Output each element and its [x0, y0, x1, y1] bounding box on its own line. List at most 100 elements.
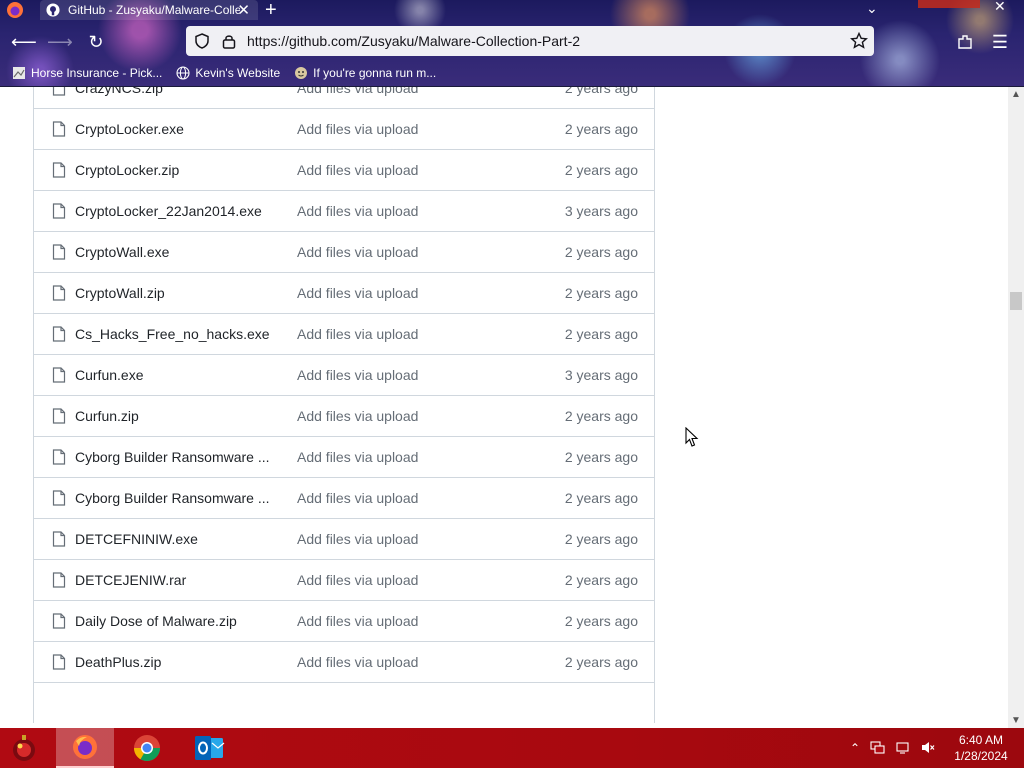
file-name-link[interactable]: Curfun.exe — [75, 367, 143, 383]
file-row[interactable]: Daily Dose of Malware.zip Add files via … — [34, 600, 654, 641]
globe-icon — [176, 66, 190, 80]
file-icon — [52, 613, 66, 629]
bookmark-star-icon[interactable] — [850, 32, 868, 50]
commit-age: 2 years ago — [564, 326, 638, 342]
system-tray: ⌃ — [850, 740, 935, 755]
commit-message-link[interactable]: Add files via upload — [297, 449, 418, 465]
network-icon[interactable] — [870, 740, 885, 755]
file-icon — [52, 203, 66, 219]
file-icon — [52, 490, 66, 506]
file-row[interactable] — [34, 682, 654, 723]
file-icon — [52, 449, 66, 465]
commit-message-link[interactable]: Add files via upload — [297, 531, 418, 547]
file-row[interactable]: CryptoLocker.zip Add files via upload 2 … — [34, 149, 654, 190]
page-icon — [13, 67, 25, 79]
scroll-down-icon[interactable]: ▼ — [1011, 715, 1021, 726]
taskbar-firefox[interactable] — [56, 728, 114, 768]
menu-icon[interactable]: ☰ — [988, 31, 1012, 55]
forward-button[interactable]: ⟶ — [47, 31, 73, 55]
file-name-link[interactable]: Daily Dose of Malware.zip — [75, 613, 237, 629]
tab-github[interactable]: GitHub - Zusyaku/Malware-Collection-Part… — [40, 0, 258, 20]
commit-age: 2 years ago — [564, 613, 638, 629]
bookmark-label: If you're gonna run m... — [313, 66, 437, 80]
file-row[interactable]: Curfun.zip Add files via upload 2 years … — [34, 395, 654, 436]
emoji-icon — [295, 67, 308, 79]
volume-muted-icon[interactable] — [920, 740, 935, 755]
file-name-link[interactable]: CryptoLocker_22Jan2014.exe — [75, 203, 262, 219]
bookmark-item-kevins-website[interactable]: Kevin's Website — [176, 66, 280, 80]
file-icon — [52, 572, 66, 588]
url-text[interactable]: https://github.com/Zusyaku/Malware-Colle… — [247, 33, 580, 49]
back-button[interactable]: ⟵ — [11, 31, 37, 55]
bookmark-item-horse-insurance[interactable]: Horse Insurance - Pick... — [12, 66, 162, 80]
file-row[interactable]: DeathPlus.zip Add files via upload 2 yea… — [34, 641, 654, 682]
firefox-icon — [73, 735, 97, 759]
file-row[interactable]: CrazyNCS.zip Add files via upload 2 year… — [34, 87, 654, 108]
shield-icon[interactable] — [194, 33, 210, 49]
chevron-down-icon[interactable]: ⌄ — [866, 0, 878, 17]
file-row[interactable]: CryptoLocker.exe Add files via upload 2 … — [34, 108, 654, 149]
taskbar-clock[interactable]: 6:40 AM 1/28/2024 — [950, 732, 1012, 764]
file-list: CrazyNCS.zip Add files via upload 2 year… — [33, 87, 655, 723]
scroll-up-icon[interactable]: ▲ — [1011, 89, 1021, 100]
url-bar[interactable]: https://github.com/Zusyaku/Malware-Colle… — [186, 26, 874, 56]
lock-icon[interactable] — [222, 33, 236, 49]
file-name-link[interactable]: Curfun.zip — [75, 408, 139, 424]
file-name-link[interactable]: CryptoLocker.zip — [75, 162, 179, 178]
commit-age: 2 years ago — [564, 449, 638, 465]
scrollbar-thumb[interactable] — [1010, 292, 1022, 310]
taskbar-outlook[interactable] — [180, 728, 238, 768]
commit-message-link[interactable]: Add files via upload — [297, 244, 418, 260]
commit-message-link[interactable]: Add files via upload — [297, 367, 418, 383]
device-icon[interactable] — [895, 740, 910, 755]
file-name-link[interactable]: DETCEJENIW.rar — [75, 572, 186, 588]
commit-message-link[interactable]: Add files via upload — [297, 285, 418, 301]
window-control-strip[interactable] — [918, 0, 980, 8]
commit-message-link[interactable]: Add files via upload — [297, 203, 418, 219]
commit-message-link[interactable]: Add files via upload — [297, 654, 418, 670]
window-close-icon[interactable]: ✕ — [994, 0, 1006, 15]
file-name-link[interactable]: CryptoWall.exe — [75, 244, 169, 260]
commit-message-link[interactable]: Add files via upload — [297, 572, 418, 588]
close-tab-icon[interactable]: ✕ — [237, 1, 250, 19]
file-row[interactable]: Cs_Hacks_Free_no_hacks.exe Add files via… — [34, 313, 654, 354]
file-icon — [52, 244, 66, 260]
file-name-link[interactable]: DETCEFNINIW.exe — [75, 531, 198, 547]
file-name-link[interactable]: CryptoWall.zip — [75, 285, 165, 301]
file-name-link[interactable]: Cs_Hacks_Free_no_hacks.exe — [75, 326, 270, 342]
commit-message-link[interactable]: Add files via upload — [297, 87, 418, 96]
bookmark-item-if-youre-gonna[interactable]: If you're gonna run m... — [294, 66, 436, 80]
file-row[interactable]: CryptoWall.zip Add files via upload 2 ye… — [34, 272, 654, 313]
file-name-link[interactable]: DeathPlus.zip — [75, 654, 161, 670]
file-name-link[interactable]: CrazyNCS.zip — [75, 87, 163, 96]
file-row[interactable]: DETCEFNINIW.exe Add files via upload 2 y… — [34, 518, 654, 559]
firefox-icon[interactable] — [6, 1, 24, 19]
file-name-link[interactable]: Cyborg Builder Ransomware ... — [75, 449, 270, 465]
tab-title: GitHub - Zusyaku/Malware-Collection-Part… — [68, 3, 240, 17]
file-name-link[interactable]: CryptoLocker.exe — [75, 121, 184, 137]
commit-message-link[interactable]: Add files via upload — [297, 490, 418, 506]
page-scrollbar[interactable]: ▲ ▼ — [1008, 87, 1024, 728]
commit-age: 2 years ago — [564, 162, 638, 178]
file-row[interactable]: CryptoLocker_22Jan2014.exe Add files via… — [34, 190, 654, 231]
file-row[interactable]: Cyborg Builder Ransomware ... Add files … — [34, 477, 654, 518]
file-row[interactable]: CryptoWall.exe Add files via upload 2 ye… — [34, 231, 654, 272]
file-row[interactable]: DETCEJENIW.rar Add files via upload 2 ye… — [34, 559, 654, 600]
extensions-icon[interactable] — [956, 33, 974, 51]
bookmark-label: Kevin's Website — [195, 66, 281, 80]
chevron-up-icon[interactable]: ⌃ — [850, 741, 860, 755]
commit-message-link[interactable]: Add files via upload — [297, 121, 418, 137]
start-ornament-icon[interactable] — [6, 732, 42, 764]
new-tab-button[interactable]: + — [265, 0, 277, 22]
file-row[interactable]: Cyborg Builder Ransomware ... Add files … — [34, 436, 654, 477]
commit-age: 2 years ago — [564, 285, 638, 301]
commit-message-link[interactable]: Add files via upload — [297, 408, 418, 424]
file-icon — [52, 531, 66, 547]
commit-message-link[interactable]: Add files via upload — [297, 326, 418, 342]
reload-button[interactable]: ↻ — [84, 31, 108, 55]
file-row[interactable]: Curfun.exe Add files via upload 3 years … — [34, 354, 654, 395]
file-name-link[interactable]: Cyborg Builder Ransomware ... — [75, 490, 270, 506]
commit-message-link[interactable]: Add files via upload — [297, 613, 418, 629]
commit-message-link[interactable]: Add files via upload — [297, 162, 418, 178]
taskbar-chrome[interactable] — [118, 728, 176, 768]
